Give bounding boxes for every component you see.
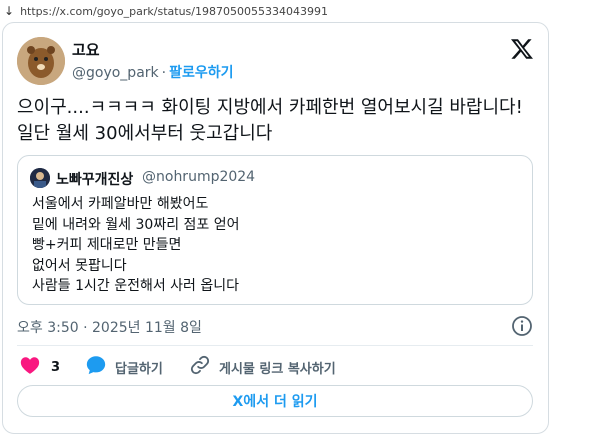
quoted-text-line: 밑에 내려와 월세 30짜리 점포 얻어 <box>32 216 240 233</box>
quoted-text-line: 사람들 1시간 운전해서 사러 옵니다 <box>32 278 240 294</box>
down-arrow-icon[interactable]: ↓ <box>4 4 14 18</box>
copy-link-label: 게시물 링크 복사하기 <box>219 361 336 377</box>
divider <box>17 345 533 346</box>
quoted-text-line: 서울에서 카페알바만 해봤어도 <box>32 196 209 212</box>
tweet-card: 고요 @goyo_park · 팔로우하기 으이구....ㅋㅋㅋㅋ 화이팅 지방에서… <box>2 22 549 434</box>
action-bar: 3 답글하기 게시물 링크 복사하기 <box>17 353 533 381</box>
quoted-tweet[interactable]: 노빠꾸개진상 @nohrump2024 서울에서 카페알바만 해봤어도 밑에 내… <box>17 155 533 305</box>
quoted-text-line: 빵+커피 제대로만 만들면 <box>32 237 182 253</box>
like-count: 3 <box>51 359 61 375</box>
tweet-timestamp[interactable]: 오후 3:50 · 2025년 11월 8일 <box>17 317 202 337</box>
x-logo-icon[interactable] <box>510 37 534 61</box>
info-icon[interactable] <box>511 315 533 337</box>
read-more-button[interactable]: X에서 더 읽기 <box>17 385 533 417</box>
quoted-author-name: 노빠꾸개진상 <box>56 172 134 188</box>
link-icon <box>189 354 211 380</box>
quoted-text-line: 없어서 못팝니다 <box>32 257 127 274</box>
reply-label: 답글하기 <box>115 361 163 377</box>
like-button[interactable]: 3 <box>19 353 60 381</box>
copy-link-button[interactable]: 게시물 링크 복사하기 <box>189 353 336 381</box>
heart-icon <box>19 354 41 380</box>
author-handle-row: @goyo_park · 팔로우하기 <box>72 62 234 82</box>
author-handle[interactable]: @goyo_park <box>72 65 159 81</box>
quoted-tweet-text: 서울에서 카페알바만 해봤어도 밑에 내려와 월세 30짜리 점포 얻어 빵+커… <box>32 194 522 297</box>
quoted-author-handle: @nohrump2024 <box>142 169 256 185</box>
separator-dot: · <box>161 65 167 81</box>
url-text: https://x.com/goyo_park/status/198705005… <box>20 4 328 18</box>
speech-bubble-icon <box>85 354 107 380</box>
tweet-header: 고요 @goyo_park · 팔로우하기 <box>17 37 537 87</box>
quoted-author-avatar <box>30 168 50 188</box>
address-bar[interactable]: ↓ https://x.com/goyo_park/status/1987050… <box>0 0 591 22</box>
author-avatar[interactable] <box>17 37 65 85</box>
follow-button[interactable]: 팔로우하기 <box>169 65 233 81</box>
reply-button[interactable]: 답글하기 <box>85 353 163 381</box>
tweet-text: 으이구....ㅋㅋㅋㅋ 화이팅 지방에서 카페한번 열어보시길 바랍니다! 일단… <box>17 97 523 144</box>
author-name[interactable]: 고요 <box>72 39 100 60</box>
